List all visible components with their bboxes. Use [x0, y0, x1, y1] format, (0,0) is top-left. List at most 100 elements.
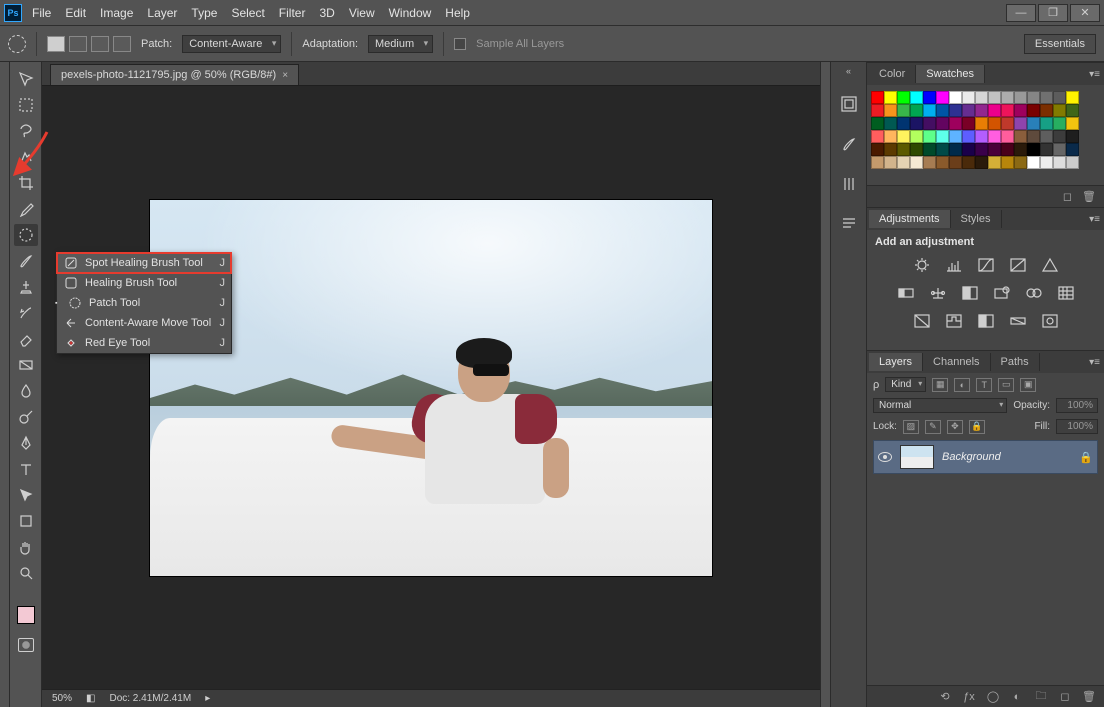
layer-thumb[interactable]	[900, 445, 934, 469]
swatch[interactable]	[1014, 117, 1027, 130]
tab-color[interactable]: Color	[869, 65, 916, 83]
swatch[interactable]	[871, 130, 884, 143]
blend-mode-select[interactable]: Normal	[873, 398, 1007, 413]
panel-menu-icon[interactable]: ▾≡	[1089, 214, 1104, 225]
new-fill-adj-icon[interactable]: ◐	[1010, 691, 1024, 703]
eraser-tool-icon[interactable]	[14, 328, 38, 350]
lock-transparency-icon[interactable]: ▨	[903, 420, 919, 434]
curves-icon[interactable]	[976, 256, 996, 274]
swatch[interactable]	[910, 143, 923, 156]
swatch[interactable]	[988, 117, 1001, 130]
swatch[interactable]	[1053, 143, 1066, 156]
workspace-button[interactable]: Essentials	[1024, 34, 1096, 54]
swatch[interactable]	[1066, 143, 1079, 156]
swatch[interactable]	[884, 143, 897, 156]
swatch[interactable]	[962, 117, 975, 130]
menu-filter[interactable]: Filter	[279, 6, 306, 20]
swatch[interactable]	[871, 104, 884, 117]
swatch[interactable]	[949, 104, 962, 117]
filter-smart-icon[interactable]: ▣	[1020, 378, 1036, 392]
swatch[interactable]	[897, 104, 910, 117]
tab-styles[interactable]: Styles	[951, 210, 1002, 228]
exposure-icon[interactable]	[1008, 256, 1028, 274]
swatch[interactable]	[923, 130, 936, 143]
nav-indicator-icon[interactable]: ◧	[86, 693, 95, 704]
swatch[interactable]	[1053, 130, 1066, 143]
selection-add-icon[interactable]	[69, 36, 87, 52]
filter-pixel-icon[interactable]: ▦	[932, 378, 948, 392]
swatch[interactable]	[962, 143, 975, 156]
invert-icon[interactable]	[912, 312, 932, 330]
photo-filter-icon[interactable]	[992, 284, 1012, 302]
swatch[interactable]	[910, 91, 923, 104]
swatch[interactable]	[1014, 143, 1027, 156]
swatch[interactable]	[910, 156, 923, 169]
swatch[interactable]	[910, 130, 923, 143]
swatch[interactable]	[1040, 104, 1053, 117]
adaptation-select[interactable]: Medium	[368, 35, 433, 53]
patch-select[interactable]: Content-Aware	[182, 35, 281, 53]
posterize-icon[interactable]	[944, 312, 964, 330]
swatch[interactable]	[884, 117, 897, 130]
swatch[interactable]	[936, 117, 949, 130]
current-tool-icon[interactable]	[8, 35, 26, 53]
swatch[interactable]	[884, 91, 897, 104]
swatch[interactable]	[975, 104, 988, 117]
swatch[interactable]	[988, 156, 1001, 169]
gradient-map-icon[interactable]	[1008, 312, 1028, 330]
history-brush-tool-icon[interactable]	[14, 302, 38, 324]
layer-fx-icon[interactable]: ƒx	[962, 691, 976, 703]
levels-icon[interactable]	[944, 256, 964, 274]
menu-image[interactable]: Image	[100, 6, 133, 20]
filter-adjust-icon[interactable]: ◐	[954, 378, 970, 392]
eyedropper-tool-icon[interactable]	[14, 198, 38, 220]
swatch[interactable]	[975, 91, 988, 104]
swatch[interactable]	[884, 156, 897, 169]
swatch[interactable]	[923, 156, 936, 169]
swatch[interactable]	[923, 117, 936, 130]
color-balance-icon[interactable]	[928, 284, 948, 302]
swatch[interactable]	[949, 117, 962, 130]
brush-presets-panel-icon[interactable]	[837, 172, 861, 196]
canvas-viewport[interactable]	[42, 86, 820, 689]
swatch[interactable]	[1040, 156, 1053, 169]
swatch[interactable]	[1001, 104, 1014, 117]
swatch[interactable]	[1053, 117, 1066, 130]
panel-menu-icon[interactable]: ▾≡	[1089, 357, 1104, 368]
opacity-value[interactable]: 100%	[1056, 398, 1098, 413]
swatch[interactable]	[1066, 104, 1079, 117]
tab-adjustments[interactable]: Adjustments	[869, 210, 951, 228]
swatch[interactable]	[962, 91, 975, 104]
selection-subtract-icon[interactable]	[91, 36, 109, 52]
swatch[interactable]	[975, 156, 988, 169]
dodge-tool-icon[interactable]	[14, 406, 38, 428]
paragraph-panel-icon[interactable]	[837, 212, 861, 236]
black-white-icon[interactable]	[960, 284, 980, 302]
maximize-button[interactable]: ❐	[1038, 4, 1068, 22]
color-lookup-icon[interactable]	[1056, 284, 1076, 302]
swatch[interactable]	[884, 104, 897, 117]
layer-mask-icon[interactable]: ◯	[986, 690, 1000, 703]
delete-layer-icon[interactable]: 🗑	[1082, 690, 1096, 703]
quick-select-tool-icon[interactable]	[14, 146, 38, 168]
swatch[interactable]	[871, 91, 884, 104]
brush-panel-icon[interactable]	[837, 132, 861, 156]
document-tab[interactable]: pexels-photo-1121795.jpg @ 50% (RGB/8#) …	[50, 64, 299, 85]
zoom-tool-icon[interactable]	[14, 562, 38, 584]
menu-help[interactable]: Help	[445, 6, 470, 20]
swatch[interactable]	[871, 117, 884, 130]
swatch[interactable]	[1014, 91, 1027, 104]
link-layers-icon[interactable]: ⟲	[938, 690, 952, 703]
swatch[interactable]	[923, 91, 936, 104]
flyout-healing-brush[interactable]: Healing Brush Tool J	[57, 273, 231, 293]
layer-name[interactable]: Background	[942, 451, 1001, 463]
swatch[interactable]	[1066, 117, 1079, 130]
brush-tool-icon[interactable]	[14, 250, 38, 272]
swatch[interactable]	[988, 130, 1001, 143]
swatch[interactable]	[949, 143, 962, 156]
gradient-tool-icon[interactable]	[14, 354, 38, 376]
swatch[interactable]	[1027, 156, 1040, 169]
menu-select[interactable]: Select	[231, 6, 264, 20]
shape-tool-icon[interactable]	[14, 510, 38, 532]
minimize-button[interactable]: —	[1006, 4, 1036, 22]
